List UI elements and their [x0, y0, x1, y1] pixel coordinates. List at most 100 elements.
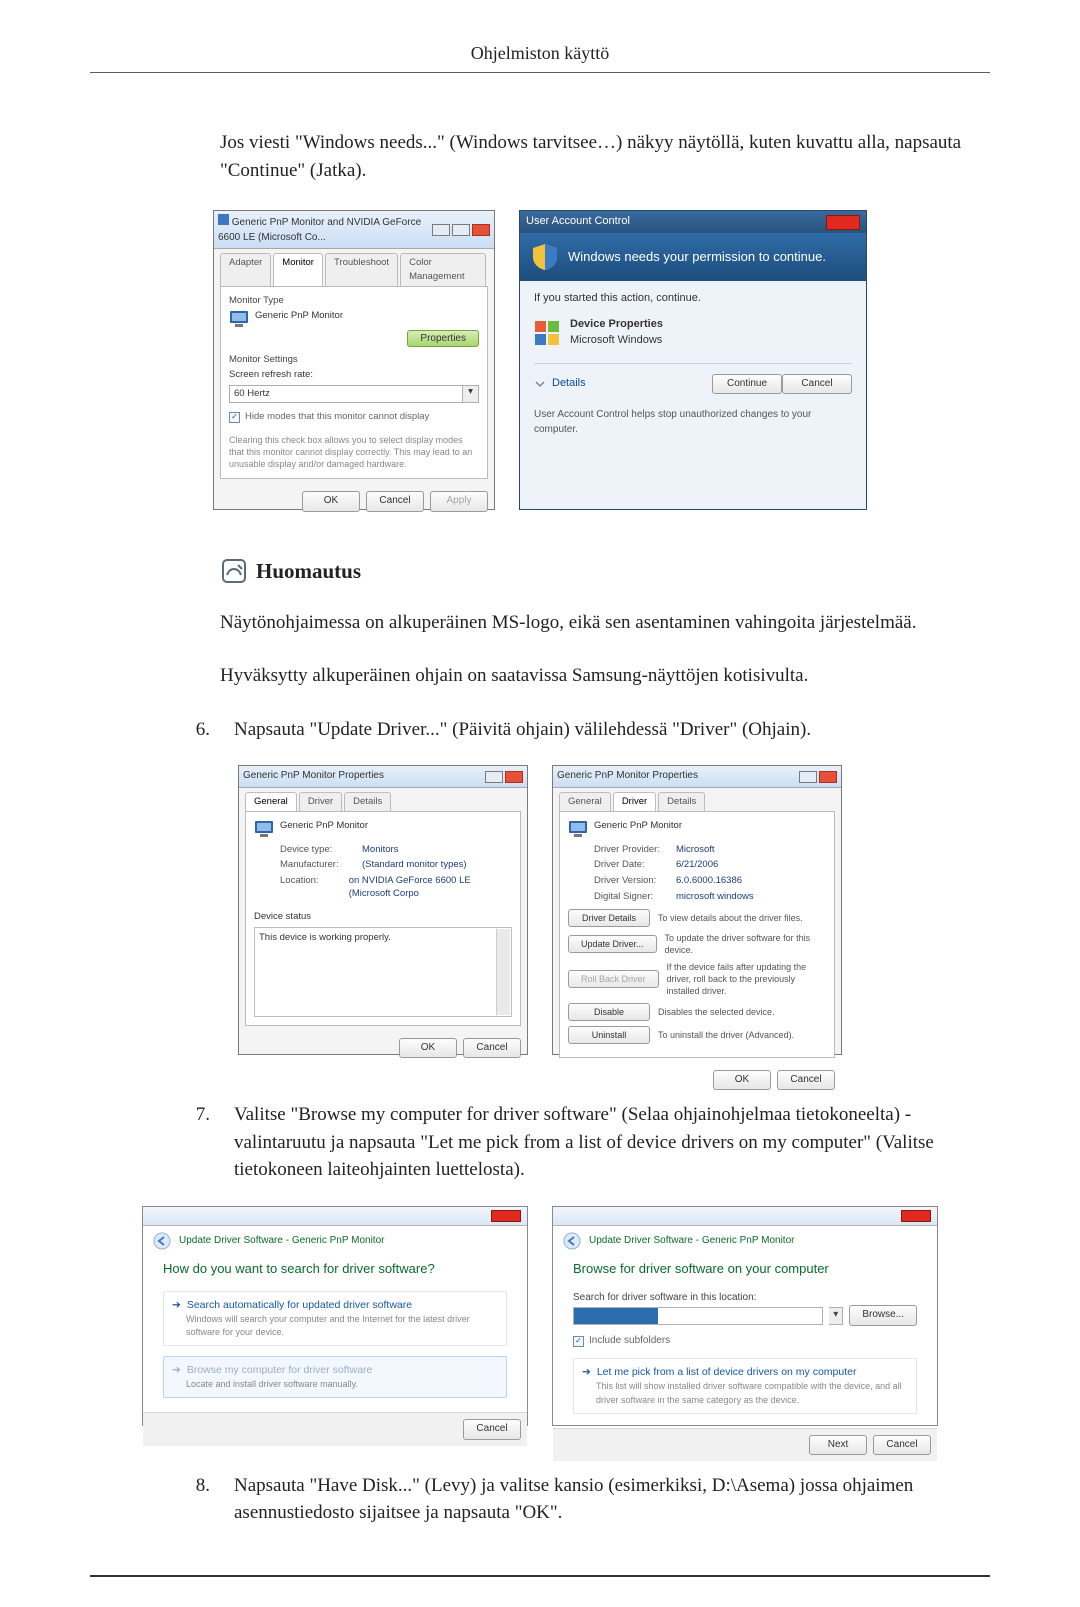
tab-driver[interactable]: Driver [613, 792, 656, 811]
update-driver-wizard-search-dialog: Update Driver Software - Generic PnP Mon… [142, 1206, 528, 1426]
driver-provider-label: Driver Provider: [594, 844, 676, 857]
step-6-number: 6. [170, 716, 210, 744]
note-paragraph-2: Hyväksytty alkuperäinen ohjain on saatav… [220, 662, 990, 690]
arrow-icon: ➔ [172, 1363, 181, 1378]
driver-version-value: 6.0.6000.16386 [676, 875, 742, 888]
details-toggle[interactable]: Details [534, 376, 586, 392]
tab-general[interactable]: General [245, 792, 297, 811]
driver-details-button[interactable]: Driver Details [568, 909, 650, 927]
step-7: 7. Valitse "Browse my computer for drive… [90, 1101, 990, 1184]
details-label: Details [552, 376, 586, 392]
ok-button[interactable]: OK [399, 1038, 457, 1059]
search-location-label: Search for driver software in this locat… [573, 1291, 917, 1306]
update-driver-button[interactable]: Update Driver... [568, 935, 657, 953]
arrow-icon: ➔ [172, 1298, 181, 1313]
disable-button[interactable]: Disable [568, 1003, 650, 1021]
monitor-icon [254, 820, 274, 838]
cancel-button[interactable]: Cancel [777, 1070, 835, 1091]
arrow-icon: ➔ [582, 1365, 591, 1380]
option-search-automatically[interactable]: ➔ Search automatically for updated driver… [163, 1291, 507, 1346]
include-subfolders-checkbox[interactable]: ✓ [573, 1336, 584, 1347]
chevron-down-icon [534, 378, 546, 390]
display-properties-dialog: Generic PnP Monitor and NVIDIA GeForce 6… [213, 210, 495, 510]
include-subfolders-label: Include subfolders [589, 1334, 670, 1349]
device-type-value: Monitors [362, 844, 398, 857]
shield-icon [532, 243, 558, 271]
device-status-label: Device status [254, 911, 512, 924]
search-location-input[interactable] [573, 1307, 823, 1325]
step-8-number: 8. [170, 1472, 210, 1500]
rollback-driver-button[interactable]: Roll Back Driver [568, 970, 659, 988]
apply-button[interactable]: Apply [430, 491, 488, 512]
location-value: on NVIDIA GeForce 6600 LE (Microsoft Cor… [349, 875, 512, 901]
hide-modes-checkbox[interactable]: ✓ [229, 412, 240, 423]
next-button[interactable]: Next [809, 1435, 867, 1456]
close-button[interactable] [819, 771, 837, 783]
cancel-button[interactable]: Cancel [873, 1435, 931, 1456]
driver-version-label: Driver Version: [594, 875, 676, 888]
option-title: Search automatically for updated driver … [187, 1298, 412, 1313]
uninstall-button[interactable]: Uninstall [568, 1026, 650, 1044]
driver-date-label: Driver Date: [594, 859, 676, 872]
tab-details[interactable]: Details [344, 792, 391, 811]
monitor-name: Generic PnP Monitor [255, 310, 479, 323]
scrollbar[interactable] [496, 929, 510, 1015]
continue-button[interactable]: Continue [712, 374, 782, 395]
close-button[interactable] [901, 1210, 931, 1222]
option-title: Let me pick from a list of device driver… [597, 1365, 857, 1380]
uninstall-desc: To uninstall the driver (Advanced). [658, 1029, 826, 1041]
uac-started-text: If you started this action, continue. [534, 291, 852, 307]
close-button[interactable] [505, 771, 523, 783]
tab-general[interactable]: General [559, 792, 611, 811]
tab-details[interactable]: Details [658, 792, 705, 811]
uac-banner-text: Windows needs your permission to continu… [568, 248, 826, 267]
cancel-button[interactable]: Cancel [463, 1038, 521, 1059]
ok-button[interactable]: OK [302, 491, 360, 512]
chevron-down-icon[interactable]: ▾ [829, 1307, 843, 1325]
tab-monitor[interactable]: Monitor [273, 253, 323, 286]
device-status-text: This device is working properly. [259, 932, 391, 943]
cancel-button[interactable]: Cancel [366, 491, 424, 512]
manufacturer-value: (Standard monitor types) [362, 859, 467, 872]
tab-driver[interactable]: Driver [299, 792, 342, 811]
cancel-button[interactable]: Cancel [463, 1419, 521, 1440]
device-type-label: Device type: [280, 844, 362, 857]
driver-provider-value: Microsoft [676, 844, 715, 857]
dialog-title: Generic PnP Monitor and NVIDIA GeForce 6… [218, 214, 432, 245]
option-browse-computer[interactable]: ➔Browse my computer for driver software … [163, 1356, 507, 1398]
wizard-crumb: Update Driver Software - Generic PnP Mon… [589, 1234, 794, 1249]
monitor-icon [229, 310, 249, 328]
monitor-name: Generic PnP Monitor [280, 820, 368, 833]
browse-button[interactable]: Browse... [849, 1305, 917, 1326]
tab-troubleshoot[interactable]: Troubleshoot [325, 253, 398, 286]
note-heading-text: Huomautus [256, 556, 361, 586]
figure-row-2: Generic PnP Monitor Properties General D… [90, 765, 990, 1055]
cancel-button[interactable]: Cancel [782, 374, 852, 395]
help-button[interactable] [799, 771, 817, 783]
uac-titlebar-text: User Account Control [526, 214, 630, 230]
monitor-properties-driver-dialog: Generic PnP Monitor Properties General D… [552, 765, 842, 1055]
ok-button[interactable]: OK [713, 1070, 771, 1091]
option-pick-from-list[interactable]: ➔ Let me pick from a list of device drive… [573, 1358, 917, 1413]
tab-adapter[interactable]: Adapter [220, 253, 271, 286]
refresh-rate-select[interactable]: 60 Hertz [229, 385, 463, 403]
step-6: 6. Napsauta "Update Driver..." (Päivitä … [90, 716, 990, 744]
back-icon[interactable] [153, 1232, 171, 1250]
device-status-box: This device is working properly. [254, 927, 512, 1017]
uac-app-publisher: Microsoft Windows [570, 333, 663, 349]
close-button[interactable] [491, 1210, 521, 1222]
bottom-rule [90, 1575, 990, 1577]
properties-button[interactable]: Properties [407, 330, 479, 347]
running-head: Ohjelmiston käyttö [90, 40, 990, 66]
digital-signer-label: Digital Signer: [594, 891, 676, 904]
figure-row-1: Generic PnP Monitor and NVIDIA GeForce 6… [90, 210, 990, 510]
chevron-down-icon[interactable]: ▾ [463, 385, 479, 403]
back-icon[interactable] [563, 1232, 581, 1250]
close-button[interactable] [826, 215, 860, 230]
minimize-button[interactable] [432, 224, 450, 236]
tab-color-management[interactable]: Color Management [400, 253, 486, 286]
help-button[interactable] [485, 771, 503, 783]
maximize-button[interactable] [452, 224, 470, 236]
close-button[interactable] [472, 224, 490, 236]
step-8-text: Napsauta "Have Disk..." (Levy) ja valits… [234, 1472, 990, 1527]
